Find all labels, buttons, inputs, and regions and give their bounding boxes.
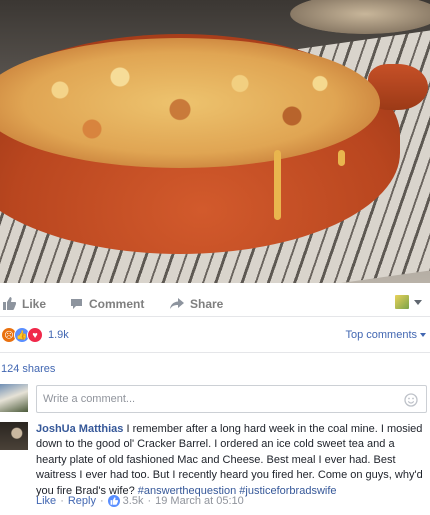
divider xyxy=(0,352,430,353)
shares-count[interactable]: 124 shares xyxy=(1,363,55,375)
comment-timestamp[interactable]: 19 March at 05:10 xyxy=(155,495,244,507)
share-label: Share xyxy=(190,296,224,311)
post-as-selector[interactable] xyxy=(395,295,422,309)
love-reaction-icon: ♥ xyxy=(27,327,43,343)
chevron-down-icon xyxy=(420,333,426,337)
chevron-down-icon xyxy=(414,299,422,305)
comment-body: JoshUa Matthias I remember after a long … xyxy=(36,422,428,499)
avatar xyxy=(395,295,409,309)
share-arrow-icon xyxy=(170,297,184,309)
separator: · xyxy=(60,495,64,507)
comment-label: Comment xyxy=(89,296,145,311)
comment-author[interactable]: JoshUa Matthias xyxy=(36,423,123,435)
reaction-count[interactable]: 1.9k xyxy=(48,329,69,341)
speech-bubble-icon xyxy=(71,298,82,309)
comment-meta: Like · Reply · 3.5k · 19 March at 05:10 xyxy=(36,495,244,507)
avatar[interactable] xyxy=(0,422,28,450)
like-reaction-icon xyxy=(107,495,120,507)
comment-reply-link[interactable]: Reply xyxy=(68,495,96,507)
like-label: Like xyxy=(22,296,47,311)
share-button[interactable]: Share xyxy=(170,297,223,311)
like-button[interactable]: Like xyxy=(2,297,46,311)
comment-like-link[interactable]: Like xyxy=(36,495,56,507)
reaction-icons[interactable]: ☹ 👍 ♥ xyxy=(1,327,43,343)
thumbs-up-icon xyxy=(3,297,16,310)
separator: · xyxy=(147,495,152,507)
comment-like-count[interactable]: 3.5k xyxy=(123,495,144,507)
separator: · xyxy=(99,495,104,507)
cheese-drip xyxy=(274,150,281,220)
reactions-summary: ☹ 👍 ♥ 1.9k Top comments xyxy=(0,325,430,345)
post-action-bar: Like Comment Share xyxy=(0,291,430,317)
background-plate xyxy=(290,0,430,34)
comment-sort-label: Top comments xyxy=(345,329,417,341)
cheese-drip xyxy=(338,150,345,166)
hashtag-link[interactable]: #justiceforbradswife xyxy=(239,485,336,497)
avatar[interactable] xyxy=(0,384,28,412)
comment-sort-dropdown[interactable]: Top comments xyxy=(345,329,426,341)
emoji-icon[interactable] xyxy=(404,393,418,407)
comment-button[interactable]: Comment xyxy=(70,297,144,311)
post-photo[interactable] xyxy=(0,0,430,283)
comment-composer: Write a comment... xyxy=(0,384,430,416)
thumbs-up-icon xyxy=(110,497,118,505)
comment-input-placeholder: Write a comment... xyxy=(43,393,136,405)
comment-input[interactable]: Write a comment... xyxy=(36,385,427,413)
